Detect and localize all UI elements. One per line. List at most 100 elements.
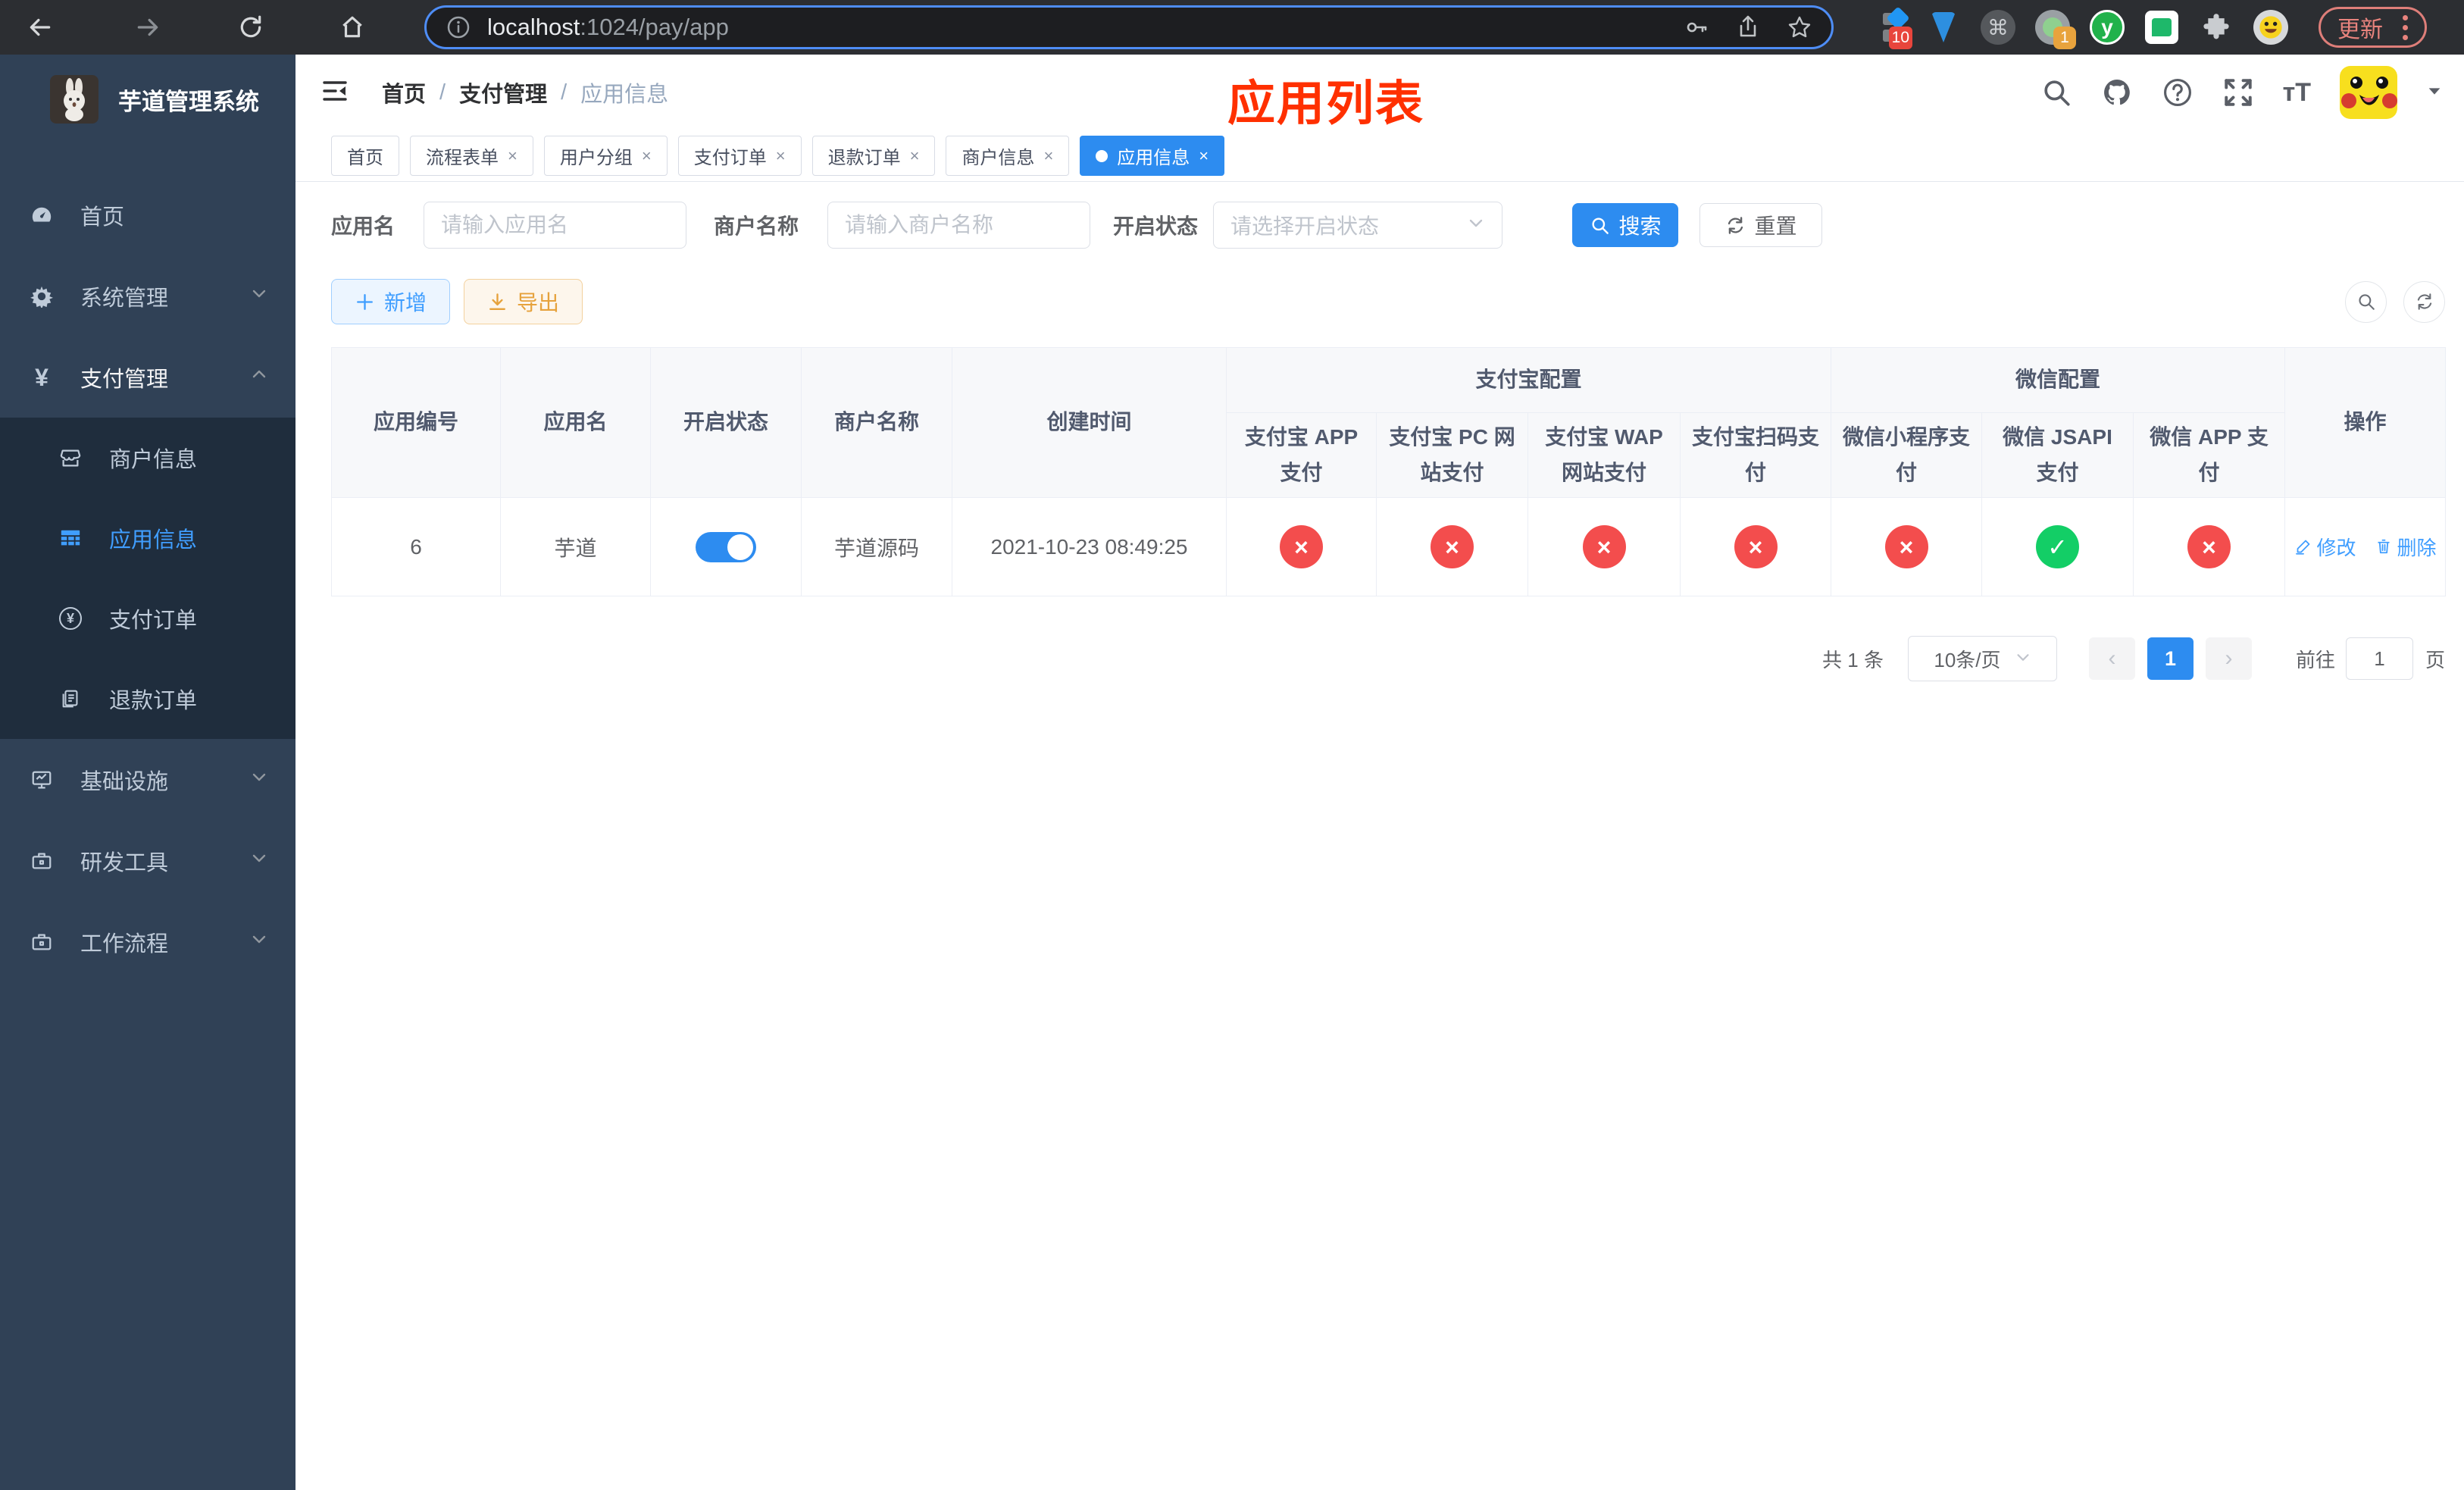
close-icon[interactable]: × [776,147,786,164]
update-label: 更新 [2337,17,2383,42]
kite-extension-icon[interactable] [1925,8,1962,46]
tab-app-info[interactable]: 应用信息 × [1080,136,1225,176]
y-extension-icon[interactable]: y [2088,8,2126,46]
site-info-icon[interactable] [446,15,471,39]
top-navbar: 首页 / 支付管理 / 应用信息 应用列表 тT [295,55,2464,130]
yen-icon: ¥ [35,363,48,391]
caret-down-icon[interactable] [2426,83,2443,103]
user-avatar[interactable] [2340,66,2397,119]
page-number-1[interactable]: 1 [2147,637,2194,680]
document-icon [59,687,82,710]
breadcrumb-payment[interactable]: 支付管理 [459,77,547,108]
reset-button[interactable]: 重置 [1699,203,1823,247]
merchant-name-input[interactable] [827,202,1091,249]
cell-app-name: 芋道 [500,497,651,596]
plus-icon [357,293,373,310]
browser-back-icon[interactable] [21,8,59,46]
next-page-button[interactable]: › [2205,637,2252,680]
goto-page-input[interactable] [2345,637,2413,680]
sidebar-item-merchant-info[interactable]: 商户信息 [0,418,295,498]
sidebar-item-refund-orders[interactable]: 退款订单 [0,659,295,739]
sidebar-item-dev-tools[interactable]: 研发工具 [0,820,295,901]
prev-page-button[interactable]: ‹ [2088,637,2135,680]
search-button[interactable]: 搜索 [1572,203,1679,247]
browser-toolbar: localhost:1024/pay/app 10 ⌘ 1 y 更新 [0,0,2464,55]
status-select[interactable]: 请选择开启状态 [1213,202,1503,249]
chevron-down-icon [250,283,268,308]
tab-merchant-info[interactable]: 商户信息 × [946,136,1070,176]
browser-reload-icon[interactable] [232,8,270,46]
sidebar-item-pay-orders[interactable]: ¥ 支付订单 [0,578,295,659]
tab-refund-orders[interactable]: 退款订单 × [811,136,936,176]
tab-pay-orders[interactable]: 支付订单 × [677,136,802,176]
close-icon[interactable]: × [508,147,518,164]
search-icon [2358,294,2375,310]
recorder-extension-icon[interactable]: 1 [2034,8,2076,49]
address-bar[interactable]: localhost:1024/pay/app [424,5,1834,49]
add-button[interactable]: 新增 [331,279,451,324]
download-icon [489,293,505,310]
trash-icon [2378,540,2390,554]
refresh-icon [1728,216,1743,234]
search-icon[interactable] [2040,77,2072,108]
status-toggle[interactable] [696,531,756,562]
sidebar-item-label: 商户信息 [109,448,198,472]
chat-extension-icon[interactable] [2143,8,2181,46]
status-label: 开启状态 [1113,214,1199,238]
page-content: 应用名 商户名称 开启状态 请选择开启状态 搜索 重置 [295,182,2464,1490]
sidebar: 芋道管理系统 首页 系统管理 ¥ 支付管理 商户信息 应用信息 ¥ 支付订单 退… [0,55,295,1490]
total-count: 共 1 条 [1822,648,1884,671]
delete-link[interactable]: 删除 [2375,533,2437,561]
page-size-select[interactable]: 10条/页 [1907,636,2057,681]
close-icon[interactable]: × [642,147,652,164]
fullscreen-icon[interactable] [2222,77,2254,108]
chevron-down-icon [250,767,268,792]
command-extension-icon[interactable]: ⌘ [1979,8,2017,46]
sidebar-item-infrastructure[interactable]: 基础设施 [0,739,295,820]
share-icon[interactable] [1736,15,1760,39]
password-key-icon[interactable] [1684,15,1709,39]
browser-menu-icon[interactable] [2403,14,2408,40]
app-name-label: 应用名 [331,214,396,238]
app-logo[interactable]: 芋道管理系统 [0,55,295,144]
sidebar-item-system[interactable]: 系统管理 [0,255,295,337]
sidebar-item-home[interactable]: 首页 [0,174,295,255]
browser-home-icon[interactable] [333,8,371,46]
col-alipay-qr: 支付宝扫码支付 [1679,412,1832,498]
bookmark-star-icon[interactable] [1787,15,1812,39]
close-icon[interactable]: × [910,147,920,164]
adblock-extension-icon[interactable]: 10 [1870,6,1912,49]
config-status-3: × [1734,525,1778,568]
toggle-search-button[interactable] [2345,280,2387,323]
breadcrumb-home[interactable]: 首页 [382,77,426,108]
extensions-puzzle-icon[interactable] [2197,8,2235,46]
sidebar-item-label: 应用信息 [109,528,198,552]
app-name-input[interactable] [424,202,687,249]
help-icon[interactable] [2162,77,2194,108]
emoji-profile-icon[interactable] [2252,8,2290,46]
close-icon[interactable]: × [1199,147,1209,164]
close-icon[interactable]: × [1043,147,1053,164]
edit-link[interactable]: 修改 [2294,533,2356,561]
tab-process-form[interactable]: 流程表单 × [410,136,533,176]
col-wx-jsapi: 微信 JSAPI 支付 [1981,412,2134,498]
tab-user-group[interactable]: 用户分组 × [543,136,668,176]
sidebar-item-payment[interactable]: ¥ 支付管理 [0,337,295,418]
browser-update-button[interactable]: 更新 [2319,7,2427,48]
tab-home[interactable]: 首页 [331,136,399,176]
page-suffix: 页 [2425,648,2445,671]
export-button[interactable]: 导出 [464,279,583,324]
browser-forward-icon[interactable] [129,8,167,46]
github-icon[interactable] [2101,77,2133,108]
col-status: 开启状态 [650,347,802,498]
yen-circle-icon: ¥ [59,607,82,630]
sidebar-item-app-info[interactable]: 应用信息 [0,498,295,578]
table-toolbar: 新增 导出 [331,279,2445,324]
font-size-icon[interactable]: тT [2283,78,2311,108]
refresh-table-button[interactable] [2403,280,2445,323]
table-grid-icon [59,527,82,549]
sidebar-fold-icon[interactable] [320,76,350,110]
tag-views-bar: 首页 流程表单 × 用户分组 × 支付订单 × 退款订单 × 商户信息 × 应用信息 × [295,130,2464,182]
sidebar-item-workflow[interactable]: 工作流程 [0,901,295,982]
extension-tray: 10 ⌘ 1 y [1870,6,2290,49]
